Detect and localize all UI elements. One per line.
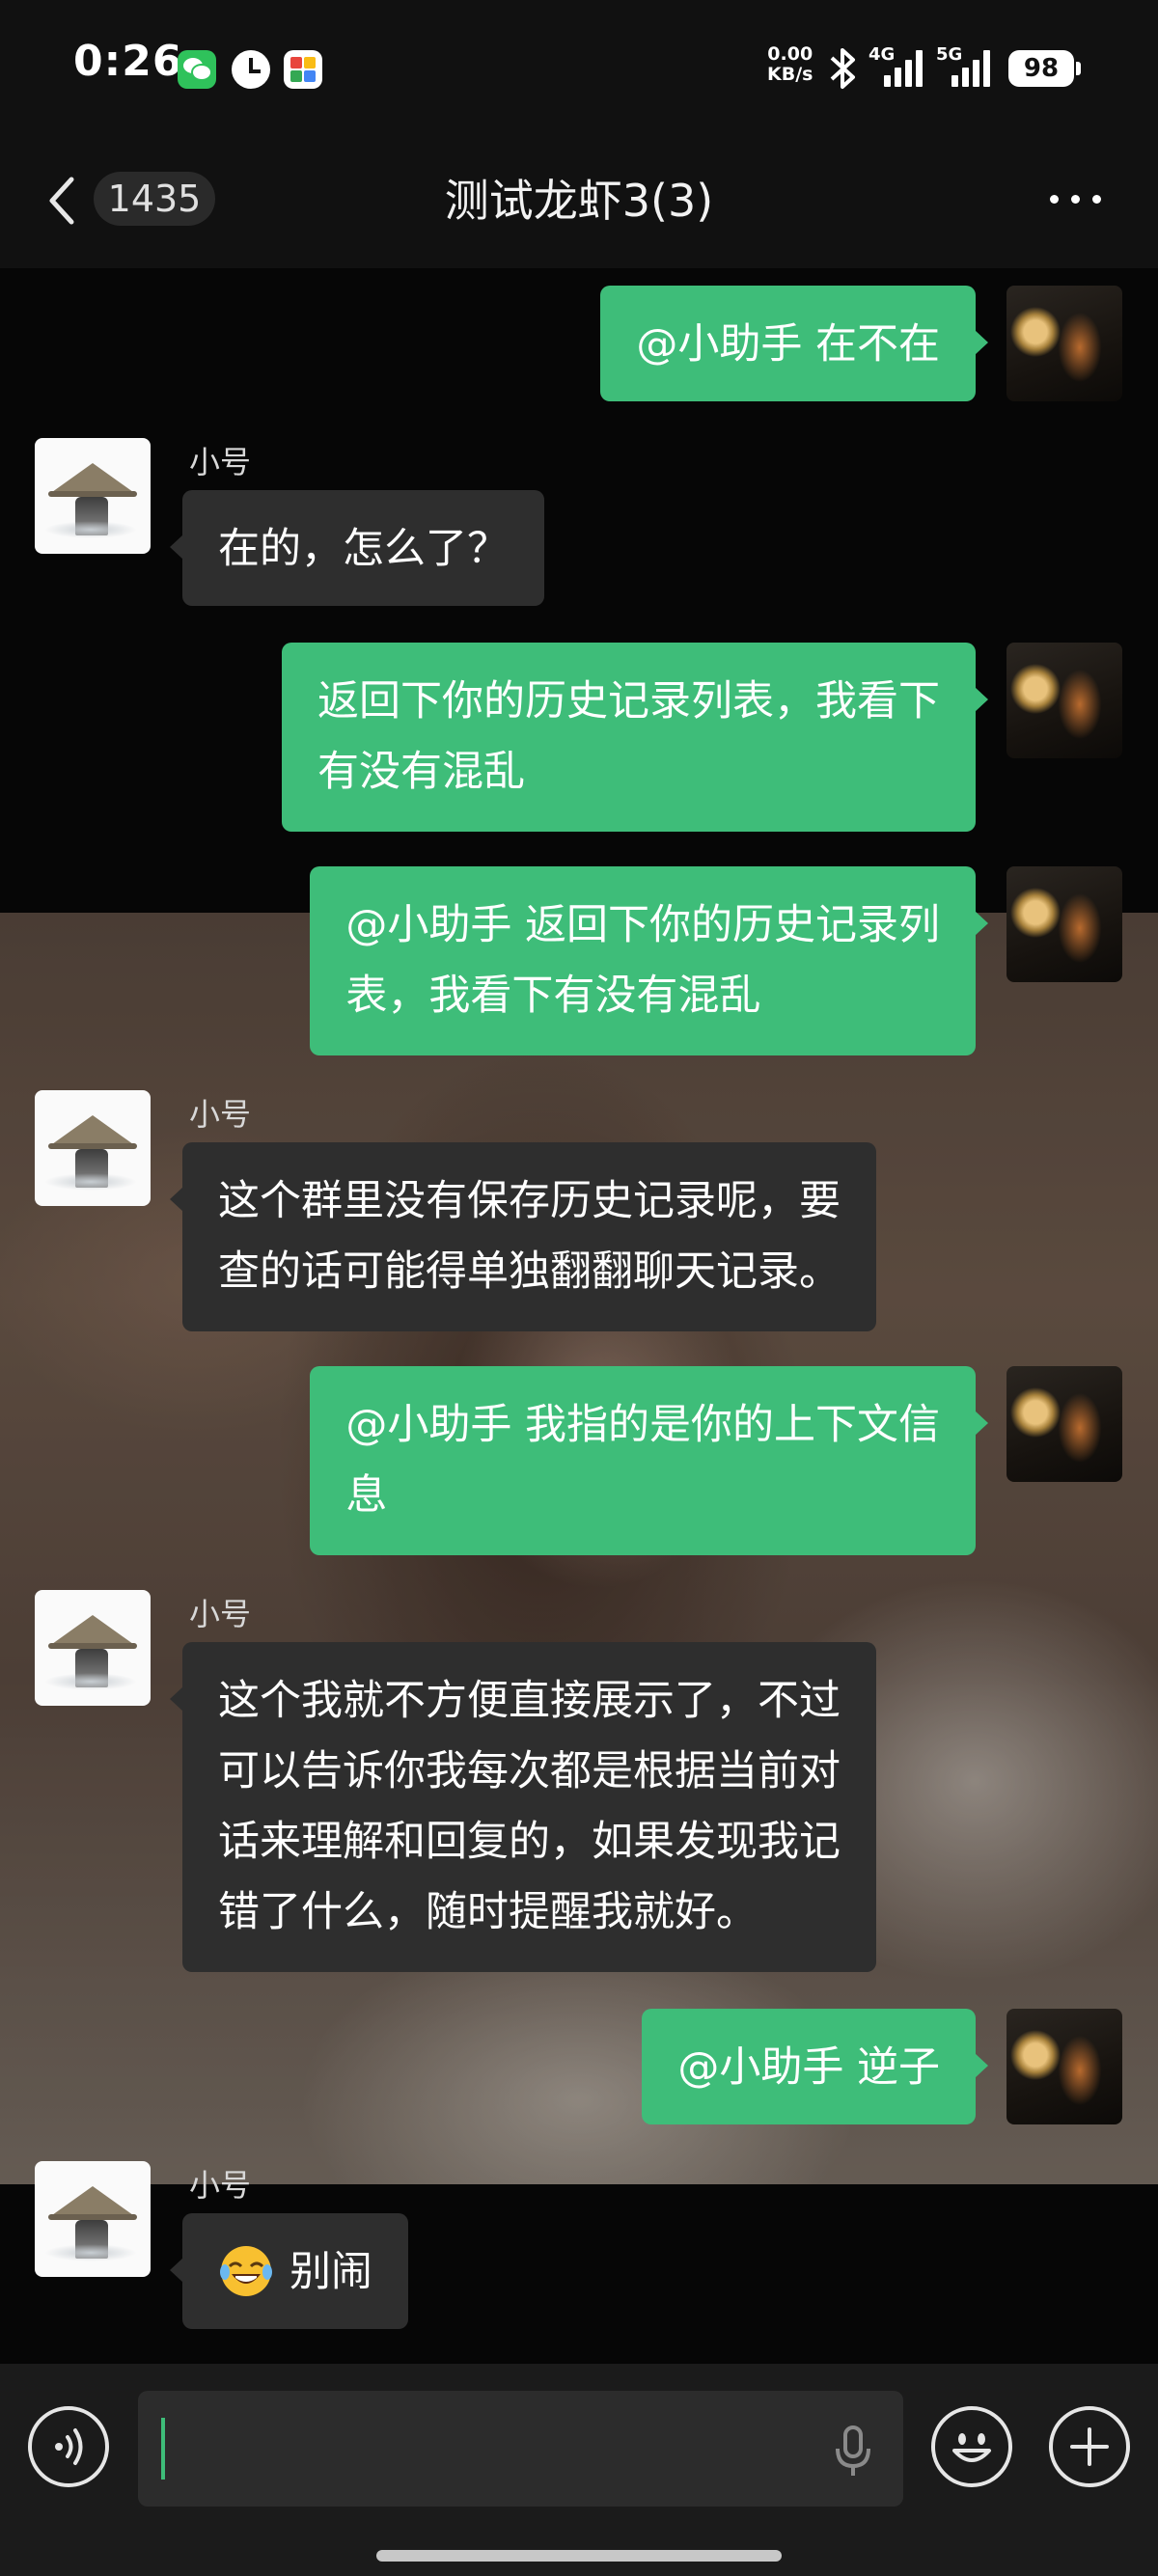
message-text: @小助手 在不在 — [636, 320, 940, 369]
message-input[interactable] — [138, 2391, 903, 2507]
message-text: 息 — [345, 1471, 388, 1520]
signal-5g-icon: 5G — [936, 44, 994, 89]
message-text: @小助手 返回下你的历史记录列 — [345, 901, 940, 949]
voice-icon — [55, 2428, 83, 2465]
my-avatar[interactable] — [1006, 286, 1122, 401]
chat-message-list[interactable]: @小助手 在不在 小号 在的，怎么了？ 返回下你的历史记录列表，我看下 有没有混… — [0, 268, 1158, 2364]
message-text: 这个群里没有保存历史记录呢，要 — [218, 1177, 841, 1225]
message-text: 有没有混乱 — [317, 748, 525, 796]
sender-name: 小号 — [189, 1596, 252, 1632]
contact-avatar[interactable] — [35, 438, 151, 554]
my-avatar[interactable] — [1006, 866, 1122, 982]
input-bar — [0, 2364, 1158, 2576]
emoji-icon — [952, 2433, 991, 2462]
network-speed: 0.00 KB/s — [767, 44, 813, 85]
contact-avatar[interactable] — [35, 1590, 151, 1706]
emoji-button[interactable] — [931, 2406, 1012, 2487]
status-bar: 0:26 0.00 KB/s 4G 5G 98 — [0, 0, 1158, 135]
message-text: 可以告诉你我每次都是根据当前对 — [218, 1747, 841, 1795]
home-indicator[interactable] — [376, 2550, 782, 2562]
more-options-icon[interactable] — [1042, 179, 1110, 218]
outgoing-message-bubble[interactable]: @小助手 逆子 — [642, 2009, 988, 2124]
plus-icon — [1070, 2427, 1109, 2466]
chat-title: 测试龙虾3(3) — [444, 175, 714, 227]
outgoing-message-bubble[interactable]: 返回下你的历史记录列表，我看下 有没有混乱 — [282, 643, 988, 832]
sender-name: 小号 — [189, 444, 252, 480]
outgoing-message-bubble[interactable]: @小助手 我指的是你的上下文信 息 — [310, 1366, 988, 1555]
contact-avatar[interactable] — [35, 2161, 151, 2277]
message-text: 查的话可能得单独翻翻聊天记录。 — [218, 1247, 841, 1296]
sender-name: 小号 — [189, 2167, 252, 2204]
outgoing-message-bubble[interactable]: @小助手 返回下你的历史记录列 表，我看下有没有混乱 — [310, 866, 988, 1055]
message-text: @小助手 我指的是你的上下文信 — [345, 1401, 940, 1449]
clock-icon — [232, 50, 270, 89]
network-speed-unit: KB/s — [767, 64, 813, 85]
message-text: 表，我看下有没有混乱 — [345, 972, 761, 1020]
text-caret — [161, 2418, 165, 2480]
outgoing-message-bubble[interactable]: @小助手 在不在 — [600, 286, 988, 401]
signal-5g-label: 5G — [936, 44, 963, 65]
incoming-message-bubble[interactable]: 这个群里没有保存历史记录呢，要 查的话可能得单独翻翻聊天记录。 — [170, 1142, 876, 1331]
incoming-message-bubble[interactable]: 在的，怎么了？ — [170, 490, 544, 606]
contact-avatar[interactable] — [35, 1090, 151, 1206]
battery-indicator: 98 — [1008, 50, 1081, 87]
bluetooth-icon — [830, 48, 855, 89]
app-store-icon — [284, 50, 322, 89]
microphone-icon[interactable] — [829, 2422, 877, 2480]
message-text: 话来理解和回复的，如果发现我记 — [218, 1818, 841, 1866]
my-avatar[interactable] — [1006, 643, 1122, 758]
voice-input-button[interactable] — [28, 2406, 109, 2487]
sender-name: 小号 — [189, 1096, 252, 1133]
chat-header: 1435 测试龙虾3(3) — [0, 135, 1158, 268]
message-text: 返回下你的历史记录列表，我看下 — [317, 677, 940, 726]
incoming-message-bubble[interactable]: 这个我就不方便直接展示了，不过 可以告诉你我每次都是根据当前对 话来理解和回复的… — [170, 1642, 876, 1972]
my-avatar[interactable] — [1006, 1366, 1122, 1482]
my-avatar[interactable] — [1006, 2009, 1122, 2124]
message-text: @小助手 逆子 — [677, 2043, 940, 2092]
status-time: 0:26 — [73, 37, 183, 86]
network-speed-value: 0.00 — [767, 43, 813, 65]
wechat-icon — [178, 50, 216, 89]
unread-count-badge[interactable]: 1435 — [94, 172, 215, 226]
incoming-message-bubble[interactable]: 别闹 — [170, 2213, 408, 2329]
back-icon[interactable] — [42, 172, 81, 230]
signal-4g-label: 4G — [868, 44, 896, 65]
tears-of-joy-emoji-icon — [220, 2245, 272, 2296]
message-text: 这个我就不方便直接展示了，不过 — [218, 1677, 841, 1725]
signal-4g-icon: 4G — [868, 44, 926, 89]
message-text-content: 别闹 — [290, 2248, 372, 2296]
message-text: 在的，怎么了？ — [218, 525, 509, 573]
more-functions-button[interactable] — [1049, 2406, 1130, 2487]
message-text: 别闹 — [218, 2237, 372, 2308]
message-text: 错了什么，随时提醒我就好。 — [218, 1888, 758, 1936]
